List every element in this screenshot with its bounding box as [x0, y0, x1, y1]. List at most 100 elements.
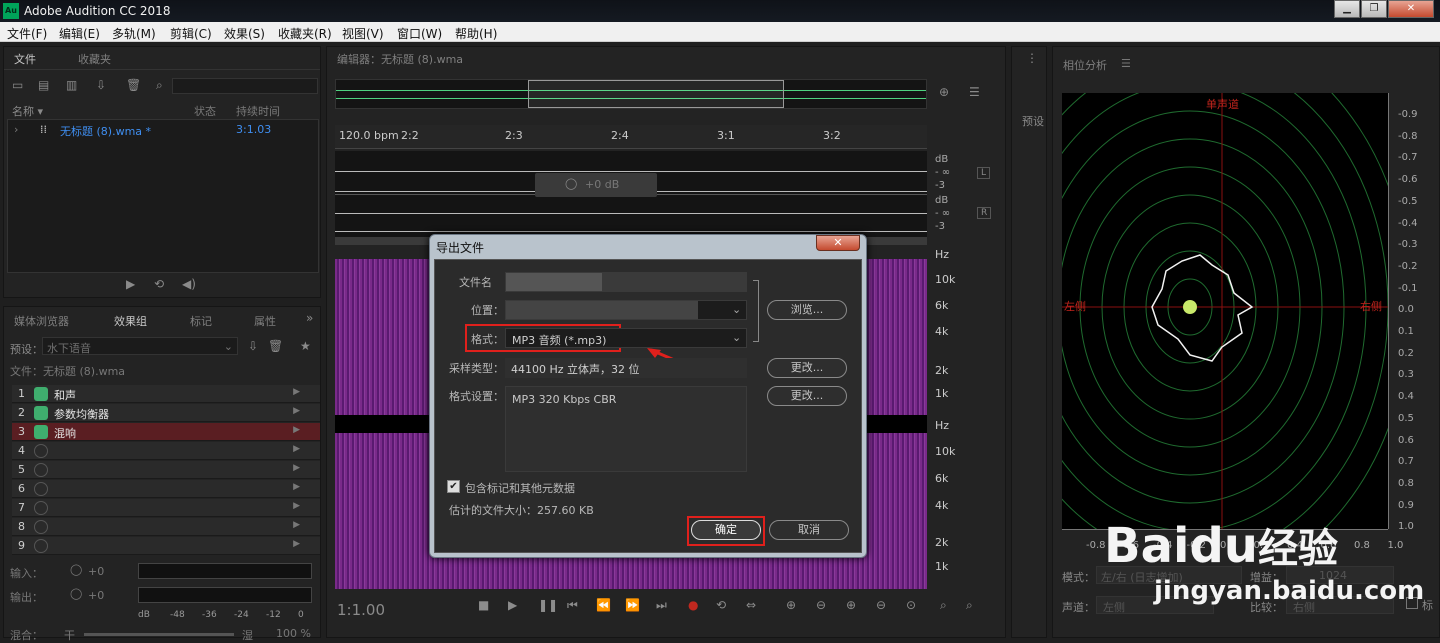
- loop-icon[interactable]: ⟲: [716, 598, 726, 612]
- overview-waveform[interactable]: [335, 79, 927, 109]
- effect-row-6[interactable]: 6 ▶: [12, 480, 320, 498]
- y-tick-label: -0.7: [1398, 152, 1418, 164]
- mix-slider[interactable]: [84, 633, 234, 636]
- pause-icon[interactable]: ❚❚: [538, 598, 558, 612]
- effect-row-4[interactable]: 4 ▶: [12, 442, 320, 460]
- filename-input[interactable]: [505, 272, 747, 292]
- tab-media-browser[interactable]: 媒体浏览器: [14, 313, 69, 329]
- output-value: +0: [88, 589, 105, 602]
- editor-tab[interactable]: 编辑器：无标题 (8).wma: [337, 51, 463, 67]
- play-icon[interactable]: ▶: [126, 277, 135, 291]
- effect-row-2[interactable]: 2 参数均衡器 ▶: [12, 404, 320, 422]
- maximize-button[interactable]: ❐: [1361, 0, 1387, 18]
- change-format-button[interactable]: 更改...: [767, 386, 847, 406]
- y-tick-label: 0.5: [1398, 412, 1414, 424]
- y-tick-label: 0.7: [1398, 456, 1414, 468]
- timeline-ruler[interactable]: 120.0 bpm 2:2 2:3 2:4 3:1 3:2: [335, 125, 927, 149]
- format-select[interactable]: MP3 音频 (*.mp3) ⌄: [505, 328, 747, 348]
- loop-icon[interactable]: ⟲: [154, 277, 164, 291]
- star-icon[interactable]: ★: [300, 339, 311, 353]
- open-folder-icon[interactable]: ▭: [12, 78, 23, 92]
- preset-side-label[interactable]: 预设: [1022, 113, 1044, 129]
- zoom-full-icon[interactable]: ⊙: [906, 598, 916, 612]
- minimize-button[interactable]: ▁: [1334, 0, 1360, 18]
- save-preset-icon[interactable]: ⇩: [248, 339, 258, 353]
- zoom-in-time-icon[interactable]: ⊕: [846, 598, 856, 612]
- list-item[interactable]: › ⁞⁞ 无标题 (8).wma * 3:1.03: [8, 122, 318, 138]
- effect-row-3[interactable]: 3 混响 ▶: [12, 423, 320, 441]
- menu-help[interactable]: 帮助(H): [455, 25, 497, 42]
- knob-icon[interactable]: ◯: [70, 563, 82, 576]
- effect-row-5[interactable]: 5 ▶: [12, 461, 320, 479]
- column-status[interactable]: 状态: [194, 103, 216, 119]
- tab-markers[interactable]: 标记: [190, 313, 212, 329]
- db-label: -3: [935, 180, 945, 191]
- zoom-icon[interactable]: ⊕: [939, 85, 949, 99]
- menu-effects[interactable]: 效果(S): [224, 25, 265, 42]
- zoom-out-full-icon[interactable]: ⌕: [966, 598, 973, 613]
- rewind-icon[interactable]: ⏪: [596, 598, 611, 612]
- channel-left-button[interactable]: L: [977, 167, 991, 179]
- change-sample-button[interactable]: 更改...: [767, 358, 847, 378]
- more-icon[interactable]: ⋮: [1026, 51, 1038, 65]
- menu-multitrack[interactable]: 多轨(M): [112, 25, 156, 42]
- ok-button[interactable]: 确定: [691, 520, 761, 540]
- effect-row-8[interactable]: 8 ▶: [12, 518, 320, 536]
- tab-properties[interactable]: 属性: [254, 313, 276, 329]
- phase-title[interactable]: 相位分析: [1063, 57, 1107, 73]
- zoom-in-amp-icon[interactable]: ⊕: [786, 598, 796, 612]
- effect-row-7[interactable]: 7 ▶: [12, 499, 320, 517]
- zoom-out-time-icon[interactable]: ⊖: [876, 598, 886, 612]
- trash-icon[interactable]: 🗑: [126, 78, 141, 92]
- column-duration[interactable]: 持续时间: [236, 103, 280, 119]
- effect-row-9[interactable]: 9 ▶: [12, 537, 320, 555]
- menu-view[interactable]: 视图(V): [342, 25, 384, 42]
- dialog-close-button[interactable]: ✕: [816, 235, 860, 251]
- menu-favorites[interactable]: 收藏夹(R): [278, 25, 332, 42]
- close-window-button[interactable]: ✕: [1388, 0, 1434, 18]
- knob-icon: ◯: [565, 177, 578, 190]
- location-select[interactable]: ⌄: [505, 300, 747, 320]
- play-icon[interactable]: ▶: [508, 598, 517, 612]
- waveform-area[interactable]: ◯ +0 dB: [335, 151, 927, 237]
- tab-files[interactable]: 文件: [14, 51, 36, 67]
- skip-start-icon[interactable]: ⏮: [567, 598, 578, 613]
- delete-preset-icon[interactable]: 🗑: [268, 339, 283, 353]
- fast-forward-icon[interactable]: ⏩: [625, 598, 640, 612]
- layout-icon[interactable]: ☰: [969, 85, 980, 99]
- new-file-icon[interactable]: ▥: [66, 78, 77, 92]
- channel-right-button[interactable]: R: [977, 207, 992, 219]
- browse-button[interactable]: 浏览...: [767, 300, 847, 320]
- tab-favorites[interactable]: 收藏夹: [78, 51, 111, 67]
- skip-icon[interactable]: ⇔: [746, 598, 756, 612]
- menu-window[interactable]: 窗口(W): [397, 25, 442, 42]
- column-name[interactable]: 名称 ▾: [12, 103, 43, 119]
- cancel-button[interactable]: 取消: [769, 520, 849, 540]
- files-search-input[interactable]: [172, 78, 318, 94]
- search-icon[interactable]: ⌕: [156, 78, 163, 93]
- autoplay-icon[interactable]: ◀): [182, 277, 196, 291]
- export-icon[interactable]: ⇩: [96, 78, 106, 92]
- preset-select[interactable]: 水下语音 ⌄: [42, 337, 238, 355]
- menu-file[interactable]: 文件(F): [7, 25, 47, 42]
- menu-clip[interactable]: 剪辑(C): [170, 25, 212, 42]
- hud-volume[interactable]: ◯ +0 dB: [535, 173, 657, 197]
- y-tick-label: 1.0: [1398, 521, 1414, 533]
- file-name: 无标题 (8).wma *: [60, 125, 152, 138]
- overview-viewport[interactable]: [528, 80, 784, 108]
- knob-icon[interactable]: ◯: [70, 587, 82, 600]
- record-icon[interactable]: ●: [688, 598, 698, 612]
- y-tick-label: 0.0: [1398, 304, 1414, 316]
- more-panels-icon[interactable]: »: [306, 311, 313, 325]
- import-icon[interactable]: ▤: [38, 78, 49, 92]
- stop-icon[interactable]: ■: [478, 598, 489, 612]
- bpm-label: 120.0 bpm: [339, 129, 399, 142]
- skip-end-icon[interactable]: ⏭: [656, 598, 667, 613]
- include-markers-checkbox[interactable]: ✔: [447, 480, 460, 493]
- zoom-out-amp-icon[interactable]: ⊖: [816, 598, 826, 612]
- menu-edit[interactable]: 编辑(E): [59, 25, 100, 42]
- effect-row-1[interactable]: 1 和声 ▶: [12, 385, 320, 403]
- menu-icon[interactable]: ☰: [1121, 57, 1131, 70]
- tab-effects-rack[interactable]: 效果组: [114, 313, 147, 329]
- zoom-selection-icon[interactable]: ⌕: [940, 598, 947, 613]
